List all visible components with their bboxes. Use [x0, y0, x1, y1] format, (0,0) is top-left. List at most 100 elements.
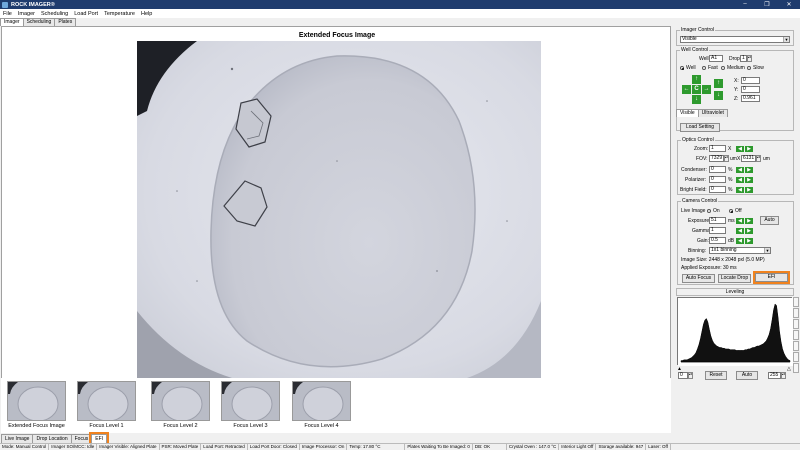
fov-width-input[interactable]: 7329 [709, 155, 724, 162]
x-input[interactable]: 0 [741, 77, 760, 84]
locate-drop-button[interactable]: Locate Drop [718, 274, 751, 283]
z-input[interactable]: 0.961 [741, 95, 760, 102]
chevron-down-icon: ▼ [783, 37, 789, 42]
gamma-increase-button[interactable]: ▶ [745, 228, 753, 234]
speed-well-radio[interactable] [680, 66, 684, 70]
gamma-input[interactable]: 1 [709, 227, 726, 234]
tab-live-image[interactable]: Live Image [1, 434, 34, 443]
move-up-button[interactable]: ↑ [692, 75, 701, 84]
y-label: Y: [734, 87, 739, 93]
minimize-button[interactable]: – [734, 1, 756, 8]
bright-field-decrease-button[interactable]: ◀ [736, 187, 744, 193]
fov-height-stepper[interactable]: ▴▾ [756, 155, 761, 162]
exposure-decrease-button[interactable]: ◀ [736, 218, 744, 224]
drop-stepper[interactable]: ▴▾ [747, 55, 752, 62]
zoom-decrease-button[interactable]: ◀ [736, 146, 744, 152]
efi-button[interactable]: EFI [753, 271, 790, 284]
histogram[interactable] [677, 297, 793, 366]
speed-fast-radio[interactable] [702, 66, 706, 70]
polarizer-decrease-button[interactable]: ◀ [736, 177, 744, 183]
well-control-group: Well Control Well A1 Drop 1 ▴▾ Well Fast… [676, 47, 794, 131]
menu-load-port[interactable]: Load Port [71, 11, 101, 17]
load-setting-button[interactable]: Load Setting [680, 123, 720, 132]
condenser-decrease-button[interactable]: ◀ [736, 167, 744, 173]
exposure-increase-button[interactable]: ▶ [745, 218, 753, 224]
level-max-stepper[interactable]: ▴▾ [781, 372, 786, 379]
condenser-input[interactable]: 0 [709, 166, 726, 173]
tab-visible[interactable]: Visible [676, 109, 699, 117]
speed-medium-radio[interactable] [721, 66, 725, 70]
maximize-button[interactable]: ❐ [756, 1, 778, 8]
speed-slow-radio[interactable] [747, 66, 751, 70]
tab-plates[interactable]: Plates [54, 18, 77, 26]
status-imager-visible: Imager Visible: Aligned Plate [97, 444, 160, 450]
gain-input[interactable]: 0.5 [709, 237, 726, 244]
gain-increase-button[interactable]: ▶ [745, 238, 753, 244]
tab-drop-location[interactable]: Drop Location [32, 434, 72, 443]
imager-mode-select[interactable]: Visible ▼ [680, 36, 790, 43]
well-input[interactable]: A1 [709, 55, 723, 62]
y-input[interactable]: 0 [741, 86, 760, 93]
zoom-increase-button[interactable]: ▶ [745, 146, 753, 152]
group-title: Optics Control [681, 137, 715, 143]
tab-scheduling[interactable]: Scheduling [22, 18, 56, 26]
image-view-title: Extended Focus Image [298, 32, 376, 39]
exposure-auto-button[interactable]: Auto [760, 216, 779, 225]
menu-file[interactable]: File [0, 11, 15, 17]
menu-help[interactable]: Help [138, 11, 155, 17]
live-on-radio[interactable] [707, 209, 711, 213]
thumbnail-efi[interactable]: Extended Focus Image [7, 381, 66, 429]
polarizer-increase-button[interactable]: ▶ [745, 177, 753, 183]
status-load-port: Load Port: Retracted [201, 444, 248, 450]
move-left-button[interactable]: ← [682, 85, 691, 94]
thumbnail-focus-2[interactable]: Focus Level 2 [151, 381, 210, 429]
z-up-button[interactable]: ↑ [714, 79, 723, 88]
move-down-button[interactable]: ↓ [692, 95, 701, 104]
gamma-decrease-button[interactable]: ◀ [736, 228, 744, 234]
thumbnail-focus-1[interactable]: Focus Level 1 [77, 381, 136, 429]
menu-scheduling[interactable]: Scheduling [38, 11, 71, 17]
close-button[interactable]: ✕ [778, 1, 800, 8]
condenser-increase-button[interactable]: ▶ [745, 167, 753, 173]
level-auto-button[interactable]: Auto [736, 371, 758, 380]
fov-width-stepper[interactable]: ▴▾ [724, 155, 729, 162]
level-min-stepper[interactable]: ▴▾ [688, 372, 693, 379]
status-temp: Temp: 17.80 °C [347, 444, 406, 450]
exposure-unit: ms [728, 218, 735, 224]
auto-focus-button[interactable]: Auto Focus [682, 274, 715, 283]
level-min-input[interactable]: 0 [678, 372, 688, 379]
gain-decrease-button[interactable]: ◀ [736, 238, 744, 244]
live-image-label: Live Image [681, 208, 706, 214]
status-db: DB: OK [473, 444, 507, 450]
drop-input[interactable]: 1 [740, 55, 747, 62]
fov-height-input[interactable]: 6131 [741, 155, 756, 162]
menu-temperature[interactable]: Temperature [101, 11, 138, 17]
tab-ultraviolet[interactable]: Ultraviolet [697, 109, 728, 117]
zoom-label: Zoom: [694, 146, 709, 152]
speed-well-label: Well [686, 65, 696, 71]
tab-focus[interactable]: Focus [70, 434, 93, 443]
tab-imager[interactable]: Imager [0, 18, 24, 26]
app-icon [2, 1, 8, 8]
zoom-input[interactable]: 1 [709, 145, 726, 152]
level-max-input[interactable]: 255 [768, 372, 781, 379]
level-reset-button[interactable]: Reset [705, 371, 727, 380]
move-right-button[interactable]: → [702, 85, 711, 94]
live-off-radio[interactable] [729, 209, 733, 213]
extended-focus-image[interactable] [137, 41, 541, 378]
menu-imager[interactable]: Imager [15, 11, 38, 17]
tab-efi[interactable]: EFI [89, 432, 109, 445]
polarizer-label: Polarizer: [685, 177, 707, 183]
polarizer-input[interactable]: 0 [709, 176, 726, 183]
thumbnail-focus-3[interactable]: Focus Level 3 [221, 381, 280, 429]
max-marker-icon[interactable]: △ [787, 366, 791, 372]
bright-field-increase-button[interactable]: ▶ [745, 187, 753, 193]
thumbnail-focus-4[interactable]: Focus Level 4 [292, 381, 351, 429]
exposure-input[interactable]: 51 [709, 217, 726, 224]
center-button[interactable]: C [692, 85, 701, 94]
image-view-panel: Extended Focus Image [1, 26, 671, 431]
binning-select[interactable]: 1x1 binning ▼ [709, 247, 771, 254]
condenser-label: Condenser: [681, 167, 707, 173]
bright-field-input[interactable]: 0 [709, 186, 726, 193]
z-down-button[interactable]: ↓ [714, 91, 723, 100]
